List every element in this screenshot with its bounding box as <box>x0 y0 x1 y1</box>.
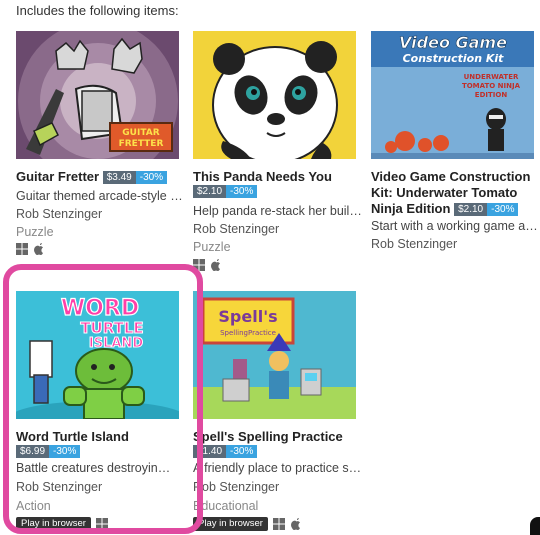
game-card-this-panda-needs-you[interactable]: This Panda Needs You $2.10 -30% Help pand… <box>193 31 363 271</box>
discount-badge: -30% <box>49 445 81 458</box>
game-author[interactable]: Rob Stenzinger <box>16 207 102 221</box>
game-card-guitar-fretter[interactable]: GUITAR FRETTER Guitar Fretter $3.49 -30% … <box>16 31 186 261</box>
platform-list <box>16 243 45 255</box>
price-badge: $1.40 -30% <box>193 445 258 458</box>
game-author[interactable]: Rob Stenzinger <box>193 480 279 494</box>
platform-list: Play in browser <box>16 517 108 531</box>
discount-badge: -30% <box>135 171 168 184</box>
apple-icon <box>34 243 43 255</box>
includes-header: Includes the following items: <box>16 3 179 18</box>
game-genre: Action <box>16 499 51 513</box>
corner-decoration <box>530 517 540 535</box>
game-card-word-turtle-island[interactable]: WORD TURTLE ISLAND Word Turtle Island $6… <box>16 291 179 531</box>
cover-subtitle: Construction Kit <box>403 52 505 65</box>
windows-icon <box>193 259 205 271</box>
game-author[interactable]: Rob Stenzinger <box>193 222 279 236</box>
game-title[interactable]: Guitar Fretter <box>16 169 99 184</box>
price-amount: $3.49 <box>102 171 136 184</box>
game-cover-this-panda-needs-you[interactable] <box>193 31 356 159</box>
price-badge: $2.10 -30% <box>193 185 258 198</box>
cover-line-1: WORD <box>61 296 139 321</box>
svg-text:GUITAR: GUITAR <box>122 128 159 138</box>
platform-list <box>193 259 222 271</box>
cover-subtitle: SpellingPractice <box>220 329 276 337</box>
windows-icon <box>272 518 285 530</box>
game-genre: Puzzle <box>16 225 54 239</box>
game-genre: Educational <box>193 499 259 513</box>
windows-icon <box>95 518 108 530</box>
game-author[interactable]: Rob Stenzinger <box>16 480 102 494</box>
apple-icon <box>290 518 300 530</box>
game-title[interactable]: Word Turtle Island <box>16 429 191 445</box>
discount-badge: -30% <box>226 185 258 198</box>
price-amount: $2.10 <box>193 185 227 198</box>
platform-list: Play in browser <box>193 517 302 531</box>
windows-icon <box>16 243 28 255</box>
game-genre: Puzzle <box>193 240 231 254</box>
cover-edition-1: UNDERWATER <box>464 73 519 81</box>
game-description: Guitar themed arcade-style a... <box>16 189 186 203</box>
cover-title: Video Game <box>399 33 507 52</box>
price-badge: $3.49 -30% <box>102 171 168 184</box>
play-in-browser-button[interactable]: Play in browser <box>16 517 91 531</box>
game-cover-word-turtle-island[interactable]: WORD TURTLE ISLAND <box>16 291 179 419</box>
game-card-spells-spelling-practice[interactable]: Spell's SpellingPractice Spell's Spellin… <box>193 291 363 531</box>
price-badge: $2.10 -30% <box>454 203 519 216</box>
svg-text:FRETTER: FRETTER <box>119 139 164 149</box>
game-card-video-game-construction-kit[interactable]: Video Game Construction Kit UNDERWATER T… <box>371 31 540 256</box>
game-description: Help panda re-stack her build... <box>193 204 363 218</box>
game-title[interactable]: This Panda Needs You <box>193 169 368 185</box>
play-in-browser-button[interactable]: Play in browser <box>193 517 268 531</box>
game-cover-spells-spelling-practice[interactable]: Spell's SpellingPractice <box>193 291 356 419</box>
apple-icon <box>211 259 220 271</box>
game-cover-video-game-construction-kit[interactable]: Video Game Construction Kit UNDERWATER T… <box>371 31 534 159</box>
game-description: Battle creatures destroying t... <box>16 461 176 475</box>
price-amount: $1.40 <box>193 445 227 458</box>
game-cover-guitar-fretter[interactable]: GUITAR FRETTER <box>16 31 179 159</box>
game-title[interactable]: Spell's Spelling Practice <box>193 429 368 445</box>
discount-badge: -30% <box>226 445 258 458</box>
price-amount: $2.10 <box>454 203 488 216</box>
cover-edition-3: EDITION <box>475 91 508 99</box>
cover-line-2: TURTLE <box>80 319 143 337</box>
price-badge: $6.99 -30% <box>16 445 81 458</box>
cover-title: Spell's <box>218 307 277 326</box>
game-description: A friendly place to practice sp... <box>193 461 363 475</box>
game-description: Start with a working game an... <box>371 219 540 233</box>
cover-edition-2: TOMATO NINJA <box>462 82 521 90</box>
game-author[interactable]: Rob Stenzinger <box>371 237 457 251</box>
discount-badge: -30% <box>487 203 519 216</box>
price-amount: $6.99 <box>16 445 50 458</box>
